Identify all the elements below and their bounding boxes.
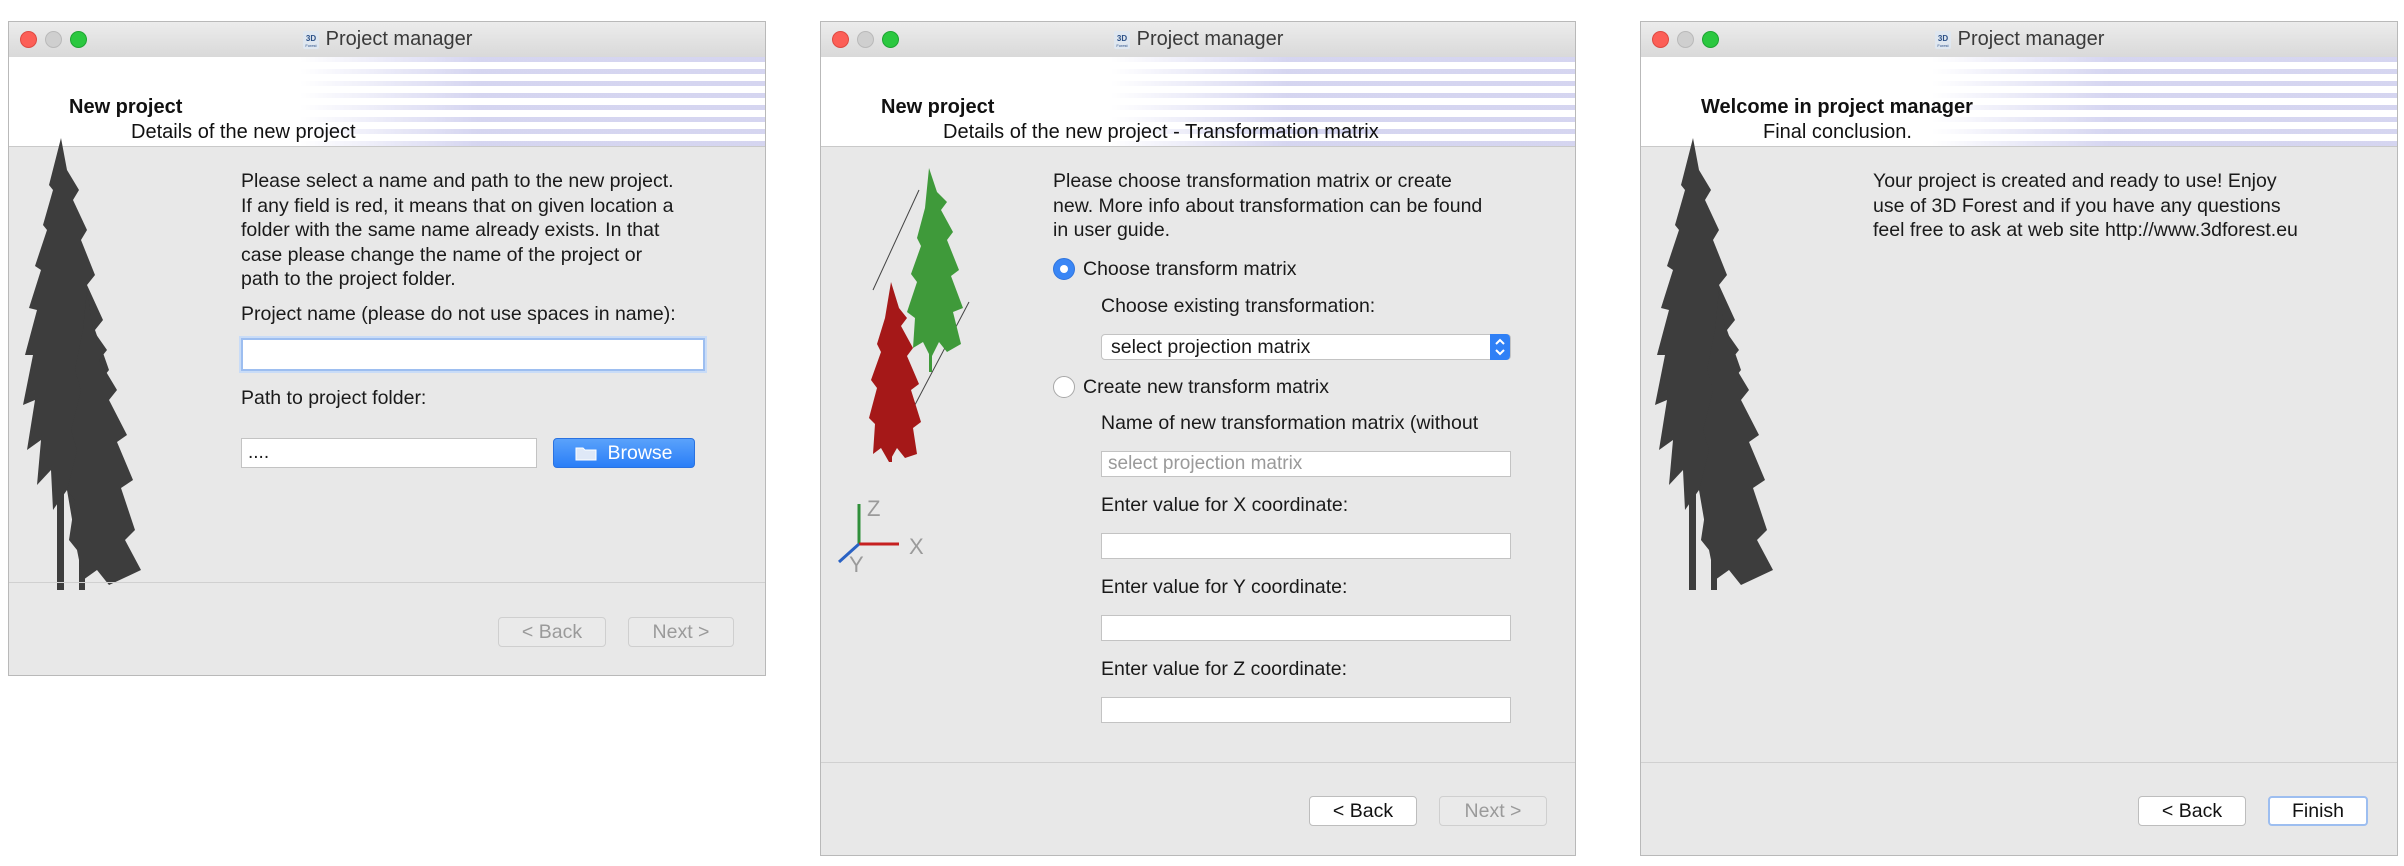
- description-line: Your project is created and ready to use…: [1873, 170, 2277, 192]
- page-title: New project: [69, 96, 183, 118]
- window-title: Project manager: [1957, 28, 2105, 50]
- x-coordinate-label: Enter value for X coordinate:: [1101, 494, 1349, 516]
- matrix-name-input[interactable]: select projection matrix: [1101, 451, 1511, 477]
- tree-silhouette-icon: [1655, 138, 1773, 590]
- description-line: new. More info about transformation can …: [1053, 194, 1483, 217]
- create-transform-label[interactable]: Create new transform matrix: [1083, 375, 1329, 400]
- description-line: If any field is red, it means that on gi…: [241, 194, 674, 217]
- choose-existing-label: Choose existing transformation:: [1101, 295, 1376, 317]
- description-line: Please choose transformation matrix or c…: [1053, 170, 1452, 192]
- project-name-label: Project name (please do not use spaces i…: [241, 303, 676, 325]
- folder-icon: [575, 447, 597, 461]
- next-button[interactable]: Next >: [1439, 796, 1547, 826]
- svg-text:3D: 3D: [306, 34, 316, 43]
- description-line: Please select a name and path to the new…: [241, 170, 674, 192]
- svg-text:Forest: Forest: [1937, 43, 1949, 48]
- page-subtitle: Details of the new project: [131, 121, 356, 143]
- y-coordinate-label: Enter value for Y coordinate:: [1101, 576, 1348, 598]
- 3d-forest-icon: 3D Forest: [1113, 30, 1130, 49]
- window-title: Project manager: [325, 28, 473, 50]
- back-button[interactable]: < Back: [498, 617, 606, 647]
- xyz-axes-icon: Z X Y: [837, 496, 924, 572]
- choose-transform-radio[interactable]: [1053, 258, 1075, 280]
- title-bar[interactable]: 3D Forest Project manager: [9, 22, 765, 58]
- path-label: Path to project folder:: [241, 387, 427, 409]
- svg-text:3D: 3D: [1117, 34, 1127, 43]
- description: Please select a name and path to the new…: [241, 169, 674, 292]
- axis-y-label: Y: [849, 552, 864, 572]
- next-button[interactable]: Next >: [628, 617, 734, 647]
- window-new-project: 3D Forest Project manager New project De…: [8, 21, 766, 676]
- finish-button[interactable]: Finish: [2268, 796, 2368, 826]
- wizard-header: New project Details of the new project -…: [821, 57, 1575, 147]
- create-transform-radio[interactable]: [1053, 376, 1075, 398]
- footer-divider: [1641, 762, 2397, 763]
- description: Your project is created and ready to use…: [1873, 169, 2298, 243]
- page-subtitle: Details of the new project - Transformat…: [943, 121, 1379, 143]
- choose-transform-label[interactable]: Choose transform matrix: [1083, 257, 1296, 282]
- page-subtitle: Final conclusion.: [1763, 121, 1912, 143]
- description: Please choose transformation matrix or c…: [1053, 169, 1482, 243]
- tree-silhouette-icon: [23, 138, 141, 590]
- 3d-forest-icon: 3D Forest: [302, 30, 319, 49]
- window-transformation-matrix: 3D Forest Project manager New project De…: [820, 21, 1576, 856]
- back-button[interactable]: < Back: [2138, 796, 2246, 826]
- axis-x-label: X: [909, 534, 924, 559]
- transformation-illustration: [869, 168, 970, 462]
- description-line: case please change the name of the proje…: [241, 243, 643, 266]
- back-button[interactable]: < Back: [1309, 796, 1417, 826]
- svg-text:Forest: Forest: [305, 43, 317, 48]
- select-value: select projection matrix: [1111, 336, 1311, 358]
- window-final-conclusion: 3D Forest Project manager Welcome in pro…: [1640, 21, 2398, 856]
- description-line: in user guide.: [1053, 219, 1171, 241]
- svg-text:Forest: Forest: [1116, 43, 1128, 48]
- 3d-forest-icon: 3D Forest: [1934, 30, 1951, 49]
- axis-z-label: Z: [867, 496, 880, 521]
- description-line: feel free to ask at web site http://www.…: [1873, 219, 2298, 241]
- projection-matrix-select[interactable]: select projection matrix: [1101, 334, 1511, 360]
- page-title: New project: [881, 96, 995, 118]
- footer-divider: [821, 762, 1575, 763]
- browse-button[interactable]: Browse: [553, 438, 695, 468]
- description-line: folder with the same name already exists…: [241, 219, 660, 241]
- path-input[interactable]: ....: [241, 438, 537, 468]
- x-coordinate-input[interactable]: [1101, 533, 1511, 559]
- description-line: path to the project folder.: [241, 268, 456, 290]
- z-coordinate-label: Enter value for Z coordinate:: [1101, 658, 1348, 680]
- svg-text:3D: 3D: [1938, 34, 1948, 43]
- matrix-name-label: Name of new transformation matrix (witho…: [1101, 412, 1479, 434]
- y-coordinate-input[interactable]: [1101, 615, 1511, 641]
- browse-label: Browse: [607, 441, 673, 464]
- footer-divider: [9, 582, 765, 583]
- page-title: Welcome in project manager: [1701, 96, 1973, 118]
- title-bar[interactable]: 3D Forest Project manager: [1641, 22, 2397, 58]
- chevron-updown-icon[interactable]: [1490, 334, 1510, 360]
- project-name-input[interactable]: [241, 338, 705, 371]
- title-bar[interactable]: 3D Forest Project manager: [821, 22, 1575, 58]
- window-title: Project manager: [1136, 28, 1284, 50]
- z-coordinate-input[interactable]: [1101, 697, 1511, 723]
- description-line: use of 3D Forest and if you have any que…: [1873, 194, 2281, 217]
